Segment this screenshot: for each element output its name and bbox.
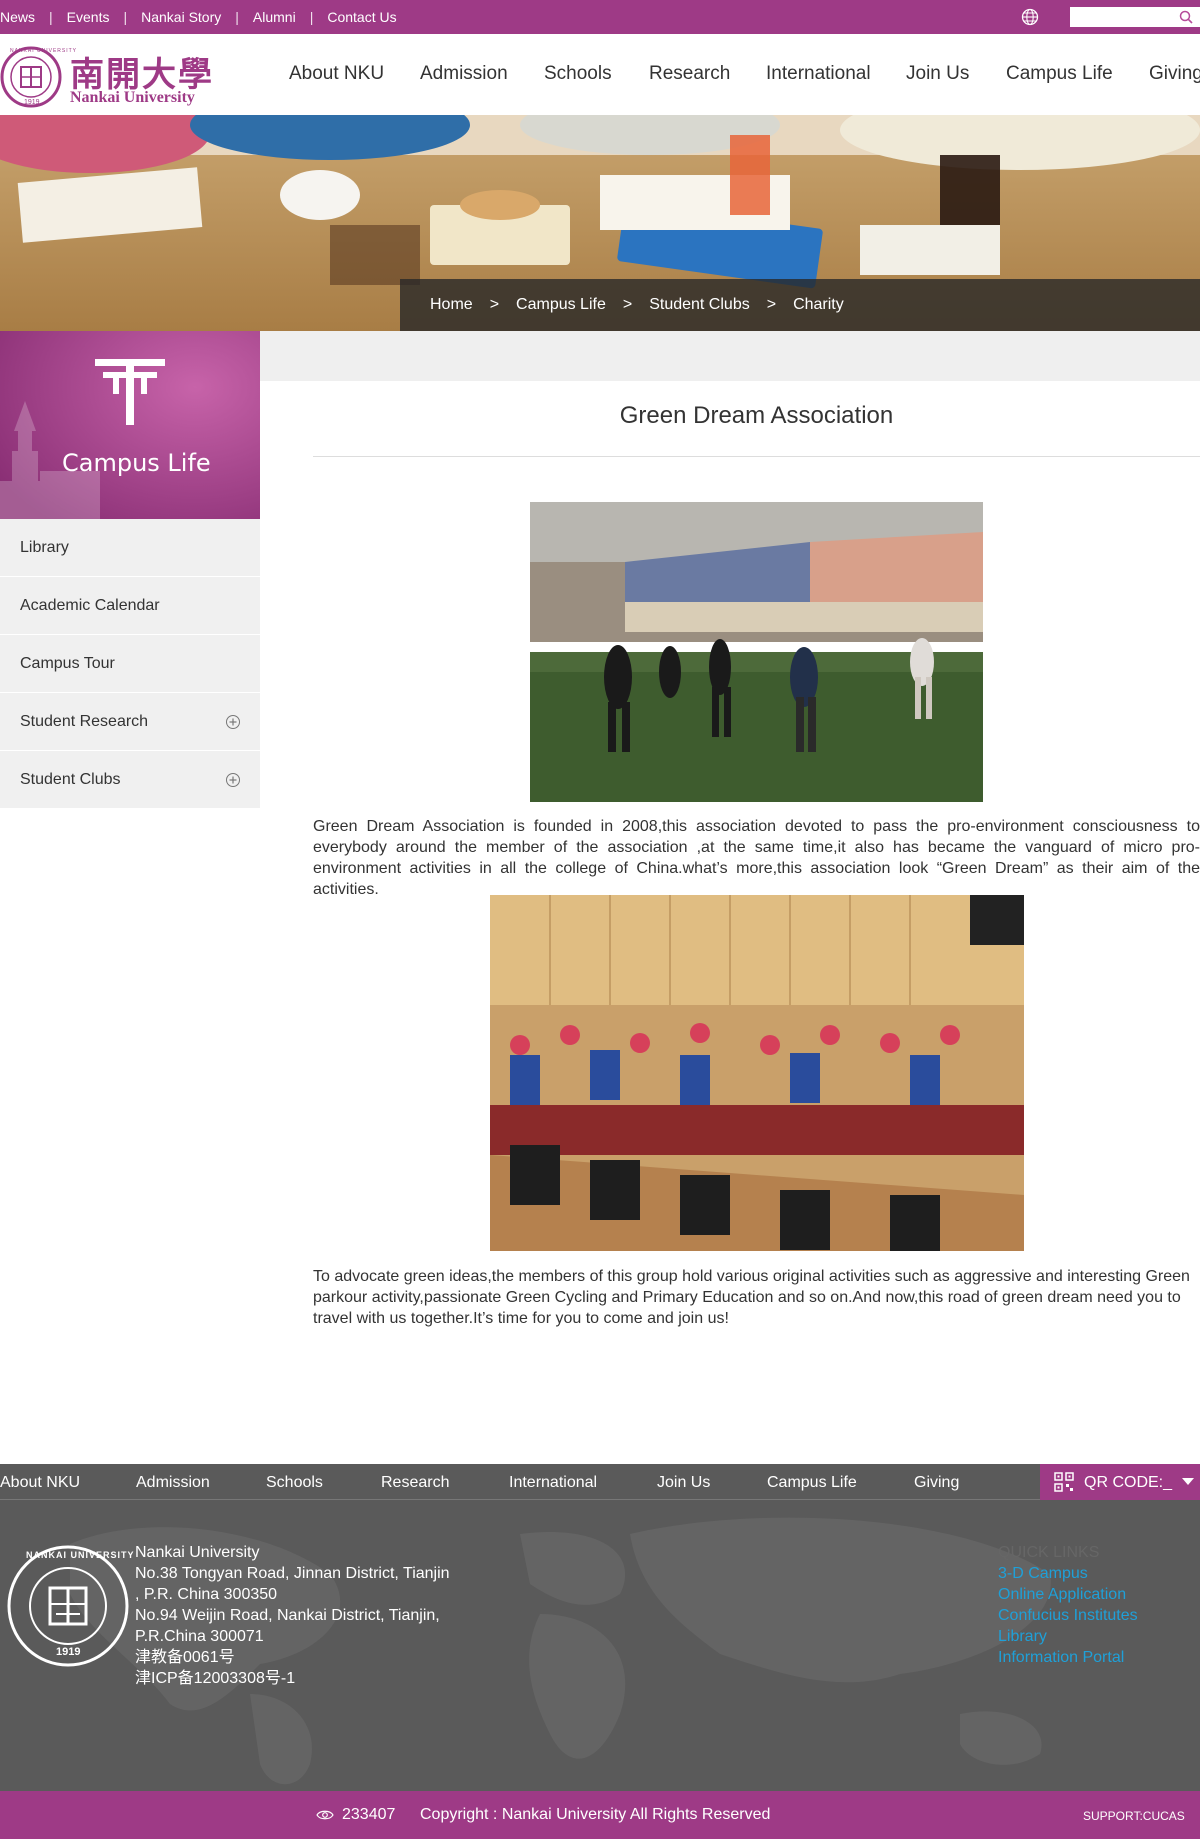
breadcrumb-student-clubs[interactable]: Student Clubs: [649, 296, 750, 314]
footer-nav: About NKU Admission Schools Research Int…: [0, 1464, 1040, 1500]
nav-schools[interactable]: Schools: [544, 63, 612, 85]
expand-plus-icon[interactable]: [225, 714, 241, 730]
article-photo-field: [530, 502, 983, 802]
university-seal: NANKAI UNIVERSITY 1919: [6, 1544, 134, 1668]
qr-code-label: QR CODE:_: [1084, 1474, 1173, 1491]
copyright-bar: 233407 Copyright : Nankai University All…: [0, 1791, 1200, 1839]
separator: |: [49, 9, 53, 25]
quick-link-3d-campus[interactable]: 3-D Campus: [998, 1563, 1138, 1584]
support-link[interactable]: SUPPORT:CUCAS: [1083, 1809, 1185, 1823]
breadcrumb: Home > Campus Life > Student Clubs > Cha…: [400, 279, 1200, 331]
top-link-news[interactable]: News: [0, 9, 35, 25]
sidebar-item-label: Student Research: [20, 712, 149, 730]
breadcrumb-home[interactable]: Home: [430, 296, 473, 314]
title-divider: [313, 456, 1200, 457]
copyright-text: Copyright : Nankai University All Rights…: [420, 1806, 771, 1823]
visit-counter: 233407: [342, 1806, 396, 1823]
sidebar-item-student-research[interactable]: Student Research: [0, 693, 260, 751]
sidebar-header-background: [0, 331, 260, 519]
quick-links: QUICK LINKS 3-D Campus Online Applicatio…: [998, 1542, 1138, 1668]
quick-links-title: QUICK LINKS: [998, 1544, 1100, 1561]
top-bar: News | Events | Nankai Story | Alumni | …: [0, 0, 1200, 34]
sidebar-menu: Library Academic Calendar Campus Tour St…: [0, 519, 260, 809]
footer-nav-about-nku[interactable]: About NKU: [0, 1474, 80, 1492]
footer-nav-giving[interactable]: Giving: [914, 1474, 959, 1492]
breadcrumb-separator: >: [622, 296, 633, 313]
top-link-nankai-story[interactable]: Nankai Story: [141, 9, 221, 25]
article-paragraph: To advocate green ideas,the members of t…: [313, 1268, 1190, 1327]
address-line: 津ICP备12003308号-1: [135, 1670, 296, 1687]
main-nav: About NKU Admission Schools Research Int…: [0, 34, 1200, 115]
qr-code-dropdown[interactable]: QR CODE:_: [1040, 1464, 1200, 1500]
sidebar-item-academic-calendar[interactable]: Academic Calendar: [0, 577, 260, 635]
seal-year: 1919: [56, 1646, 81, 1658]
separator: |: [235, 9, 239, 25]
address-line: No.38 Tongyan Road, Jinnan District, Tia…: [135, 1565, 450, 1582]
chevron-down-icon: [1182, 1478, 1194, 1485]
footer-address: Nankai University No.38 Tongyan Road, Ji…: [135, 1542, 450, 1689]
seal-text: NANKAI UNIVERSITY: [26, 1550, 135, 1560]
separator: |: [309, 9, 314, 25]
nav-research[interactable]: Research: [649, 63, 730, 85]
nav-campus-life[interactable]: Campus Life: [1006, 63, 1113, 85]
top-links: News | Events | Nankai Story | Alumni | …: [0, 0, 397, 34]
nav-giving[interactable]: Giving: [1149, 63, 1200, 85]
expand-plus-icon[interactable]: [225, 772, 241, 788]
article-photo-classroom: [490, 895, 1024, 1251]
footer-nav-international[interactable]: International: [509, 1474, 597, 1492]
sidebar-item-label: Academic Calendar: [20, 596, 160, 614]
footer-nav-schools[interactable]: Schools: [266, 1474, 323, 1492]
quick-link-confucius-institutes[interactable]: Confucius Institutes: [998, 1605, 1138, 1626]
nav-admission[interactable]: Admission: [420, 63, 508, 85]
sidebar-item-label: Campus Tour: [20, 654, 115, 672]
footer-nav-research[interactable]: Research: [381, 1474, 449, 1492]
breadcrumb-charity[interactable]: Charity: [793, 296, 844, 314]
quick-link-library[interactable]: Library: [998, 1626, 1138, 1647]
sidebar-header: Campus Life: [0, 331, 260, 519]
search-icon[interactable]: [1178, 9, 1194, 25]
sidebar-item-library[interactable]: Library: [0, 519, 260, 577]
content-top-bar: [260, 331, 1200, 381]
breadcrumb-separator: >: [489, 296, 500, 313]
footer-nav-admission[interactable]: Admission: [136, 1474, 210, 1492]
quick-link-online-application[interactable]: Online Application: [998, 1584, 1138, 1605]
separator: |: [123, 9, 128, 25]
breadcrumb-separator: >: [766, 296, 777, 313]
nav-about-nku[interactable]: About NKU: [289, 63, 384, 85]
top-link-alumni[interactable]: Alumni: [253, 9, 296, 25]
address-line: , P.R. China 300350: [135, 1586, 278, 1603]
article-paragraph: Green Dream Association is founded in 20…: [313, 818, 1200, 898]
nav-international[interactable]: International: [766, 63, 871, 85]
hero-banner: Home > Campus Life > Student Clubs > Cha…: [0, 115, 1200, 331]
sidebar-title: Campus Life: [62, 449, 211, 477]
eye-icon: [316, 1810, 334, 1820]
footer: About NKU Admission Schools Research Int…: [0, 1464, 1200, 1791]
sidebar-item-label: Library: [20, 538, 69, 556]
breadcrumb-campus-life[interactable]: Campus Life: [516, 296, 606, 314]
address-line: Nankai University: [135, 1544, 260, 1561]
sidebar-item-student-clubs[interactable]: Student Clubs: [0, 751, 260, 809]
header: NANKAI UNIVERSITY 1919 南開大學 Nankai Unive…: [0, 34, 1200, 115]
sidebar-item-label: Student Clubs: [20, 770, 121, 788]
top-link-events[interactable]: Events: [67, 9, 110, 25]
photo-children-in-classroom: [490, 895, 1024, 1251]
address-line: 津教备0061号: [135, 1649, 235, 1666]
address-line: No.94 Weijin Road, Nankai District, Tian…: [135, 1607, 440, 1624]
footer-nav-join-us[interactable]: Join Us: [657, 1474, 710, 1492]
photo-students-playing-on-field: [530, 502, 983, 802]
quick-link-information-portal[interactable]: Information Portal: [998, 1647, 1138, 1668]
globe-icon[interactable]: [1021, 8, 1039, 26]
qr-code-icon: [1054, 1472, 1074, 1492]
address-line: P.R.China 300071: [135, 1628, 264, 1645]
top-link-contact-us[interactable]: Contact Us: [327, 9, 396, 25]
article-title: Green Dream Association: [619, 402, 894, 429]
sidebar-item-campus-tour[interactable]: Campus Tour: [0, 635, 260, 693]
nav-join-us[interactable]: Join Us: [906, 63, 969, 85]
footer-nav-campus-life[interactable]: Campus Life: [767, 1474, 857, 1492]
